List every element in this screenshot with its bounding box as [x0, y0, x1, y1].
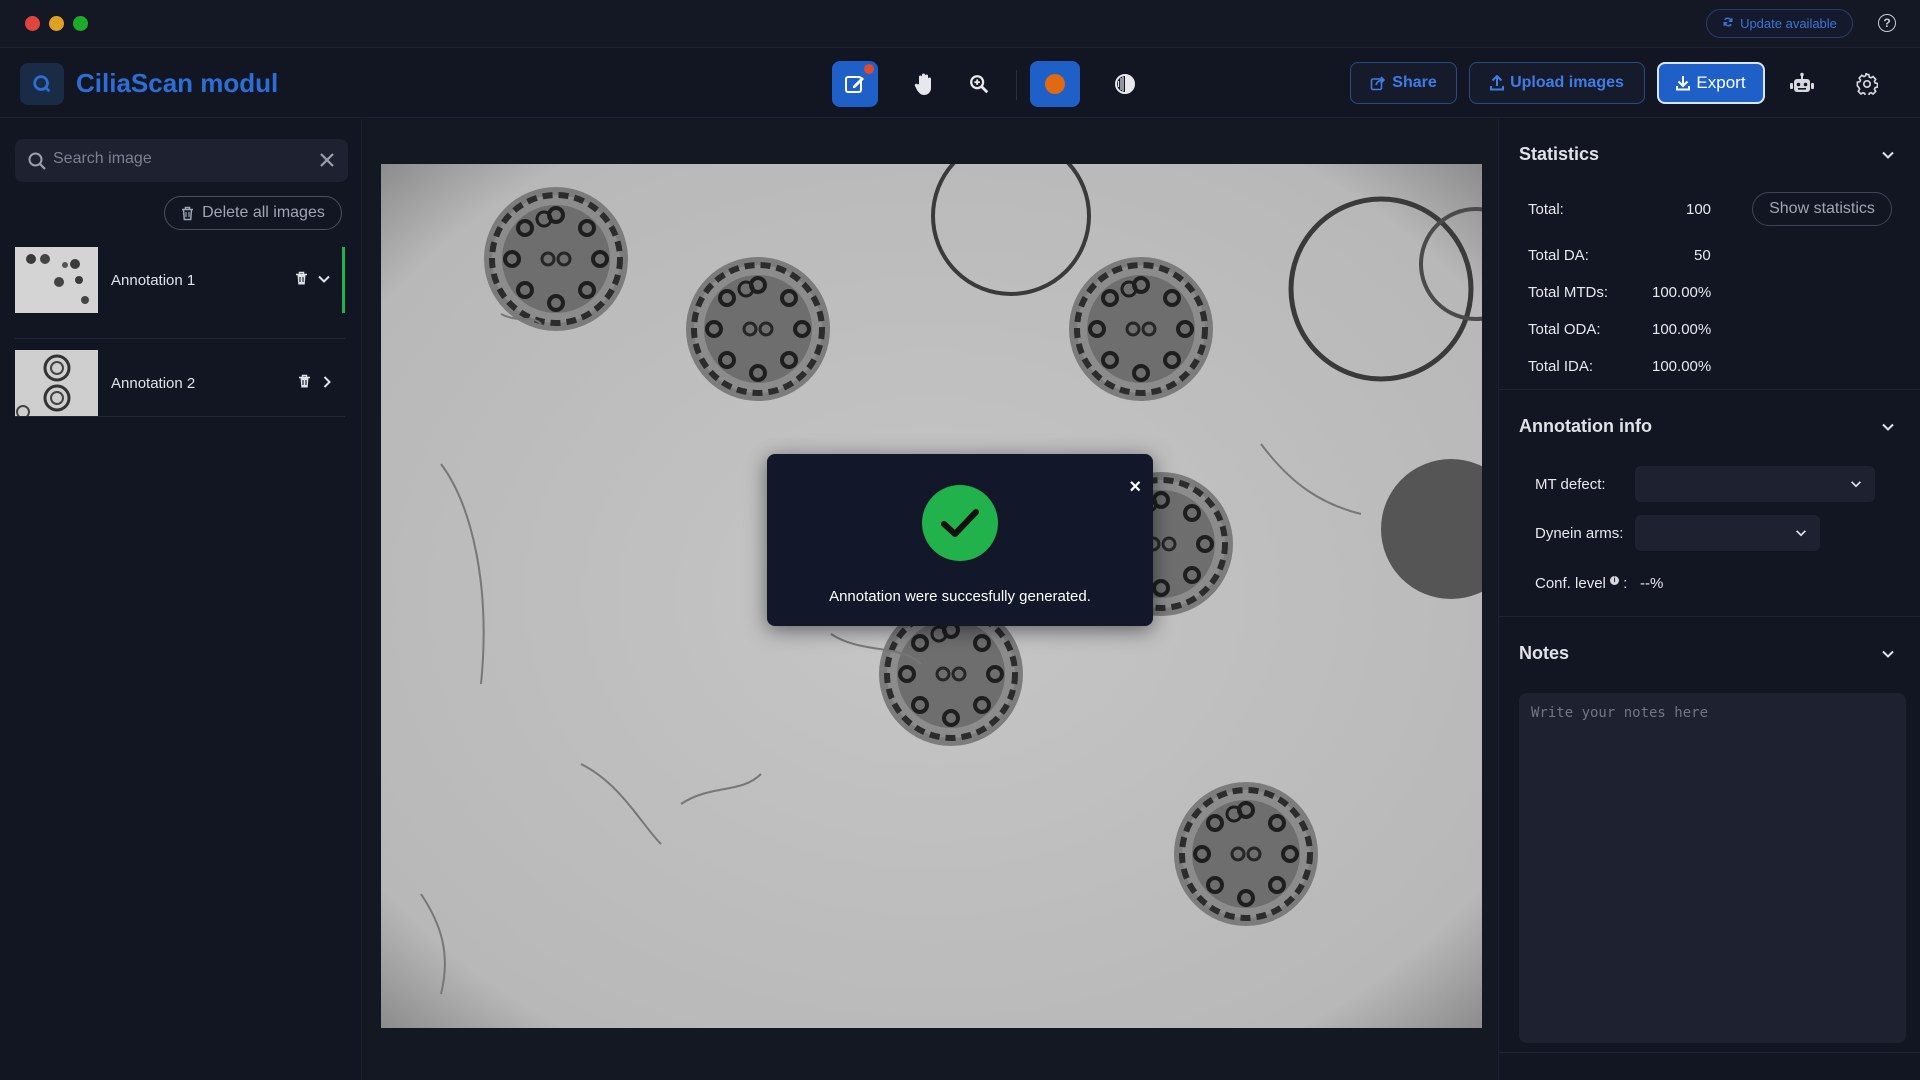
share-label: Share: [1392, 74, 1437, 91]
stat-value: 100.00%: [1652, 284, 1712, 301]
update-available-label: Update available: [1740, 16, 1837, 31]
window-titlebar: Update available ?: [0, 0, 1920, 48]
export-button[interactable]: Export: [1657, 62, 1765, 104]
delete-annotation-icon[interactable]: [295, 271, 308, 291]
list-divider: [15, 416, 345, 417]
trash-icon: [182, 206, 194, 220]
search-input[interactable]: [53, 150, 303, 168]
settings-button[interactable]: [1853, 70, 1881, 98]
image-list-sidebar: Delete all images Annotation 1: [0, 119, 362, 1080]
annotation-label: Annotation 1: [111, 271, 196, 289]
logo-icon: [33, 75, 51, 93]
chevron-down-icon[interactable]: [316, 271, 332, 292]
annotate-tool-button[interactable]: [832, 61, 878, 107]
stat-label: Total:: [1528, 201, 1564, 218]
dynein-arms-label: Dynein arms:: [1535, 525, 1624, 542]
download-icon: [1676, 76, 1691, 91]
help-icon[interactable]: ?: [1878, 14, 1896, 32]
mt-defect-label: MT defect:: [1535, 476, 1606, 493]
notes-textarea[interactable]: [1519, 693, 1906, 1043]
checkmark-icon: [922, 485, 998, 561]
mt-defect-select[interactable]: [1635, 466, 1875, 502]
stat-value: 100: [1686, 201, 1712, 218]
stat-value: 100.00%: [1652, 358, 1712, 375]
stat-label: Total ODA:: [1528, 321, 1601, 338]
app-title: CiliaScan modul: [76, 68, 279, 98]
color-icon: [1045, 74, 1065, 94]
details-panel: Statistics Total: 100 Show statistics To…: [1498, 119, 1920, 1080]
window-minimize-button[interactable]: [49, 16, 64, 31]
section-divider: [1499, 389, 1920, 390]
annotation-list-item[interactable]: Annotation 1: [15, 247, 345, 313]
share-icon: [1370, 76, 1386, 91]
export-label: Export: [1696, 73, 1746, 92]
dynein-arms-select[interactable]: [1635, 515, 1820, 551]
delete-all-images-button[interactable]: Delete all images: [164, 196, 342, 230]
pan-tool-button[interactable]: [901, 61, 947, 107]
stat-label: Total IDA:: [1528, 358, 1594, 375]
conf-level-label: Conf. level i :: [1535, 575, 1627, 592]
search-icon: [27, 151, 47, 176]
upload-images-label: Upload images: [1510, 74, 1624, 91]
annotation-label: Annotation 2: [111, 374, 196, 392]
info-icon[interactable]: i: [1610, 576, 1620, 585]
color-picker-button[interactable]: [1030, 61, 1080, 107]
notification-dot: [864, 64, 874, 74]
delete-all-images-label: Delete all images: [202, 204, 325, 221]
gear-icon: [1856, 73, 1878, 95]
upload-icon: [1490, 75, 1505, 91]
stat-label: Total DA:: [1528, 247, 1589, 264]
clear-search-icon[interactable]: [318, 151, 336, 174]
list-divider: [15, 338, 345, 339]
chevron-down-icon[interactable]: [1880, 419, 1896, 440]
search-box: [15, 139, 348, 182]
window-close-button[interactable]: [25, 16, 40, 31]
app-logo: [20, 63, 64, 105]
stat-value: 100.00%: [1652, 321, 1712, 338]
conf-level-value: --%: [1640, 575, 1664, 592]
chevron-down-icon: [1849, 477, 1863, 496]
annotation-info-title: Annotation info: [1519, 416, 1652, 436]
section-divider: [1499, 616, 1920, 617]
chevron-down-icon[interactable]: [1880, 147, 1896, 168]
dialog-message: Annotation were succesfully generated.: [829, 588, 1091, 605]
show-statistics-button[interactable]: Show statistics: [1752, 192, 1892, 226]
chevron-down-icon[interactable]: [1880, 646, 1896, 667]
delete-annotation-icon[interactable]: [298, 374, 311, 394]
toolbar-divider: [1016, 70, 1017, 100]
contrast-icon: [1115, 74, 1135, 94]
section-divider: [1499, 1052, 1920, 1053]
colon: :: [1623, 575, 1628, 592]
refresh-icon: [1722, 16, 1734, 31]
zoom-tool-button[interactable]: [956, 61, 1002, 107]
robot-icon: [1790, 72, 1814, 92]
annotation-list-item[interactable]: Annotation 2: [15, 350, 345, 416]
update-available-button[interactable]: Update available: [1706, 9, 1853, 38]
zoom-icon: [970, 75, 989, 94]
hand-icon: [914, 73, 931, 95]
statistics-title: Statistics: [1519, 144, 1600, 164]
conf-level-text: Conf. level: [1535, 575, 1606, 592]
upload-images-button[interactable]: Upload images: [1469, 62, 1645, 104]
close-dialog-button[interactable]: ×: [1129, 476, 1141, 499]
stat-label: Total MTDs:: [1528, 284, 1609, 301]
ai-assistant-button[interactable]: [1788, 70, 1816, 98]
edit-icon: [845, 76, 864, 93]
stat-value: 50: [1694, 247, 1711, 264]
contrast-tool-button[interactable]: [1102, 61, 1148, 107]
annotation-thumbnail: [15, 247, 98, 313]
window-maximize-button[interactable]: [73, 16, 88, 31]
share-button[interactable]: Share: [1350, 62, 1457, 104]
annotation-thumbnail: [15, 350, 98, 416]
app-header: CiliaScan modul Share Upload images Expo…: [0, 48, 1920, 118]
chevron-down-icon: [1794, 526, 1808, 545]
chevron-right-icon[interactable]: [319, 374, 335, 395]
success-dialog: × Annotation were succesfully generated.: [767, 454, 1153, 626]
notes-title: Notes: [1519, 643, 1570, 663]
